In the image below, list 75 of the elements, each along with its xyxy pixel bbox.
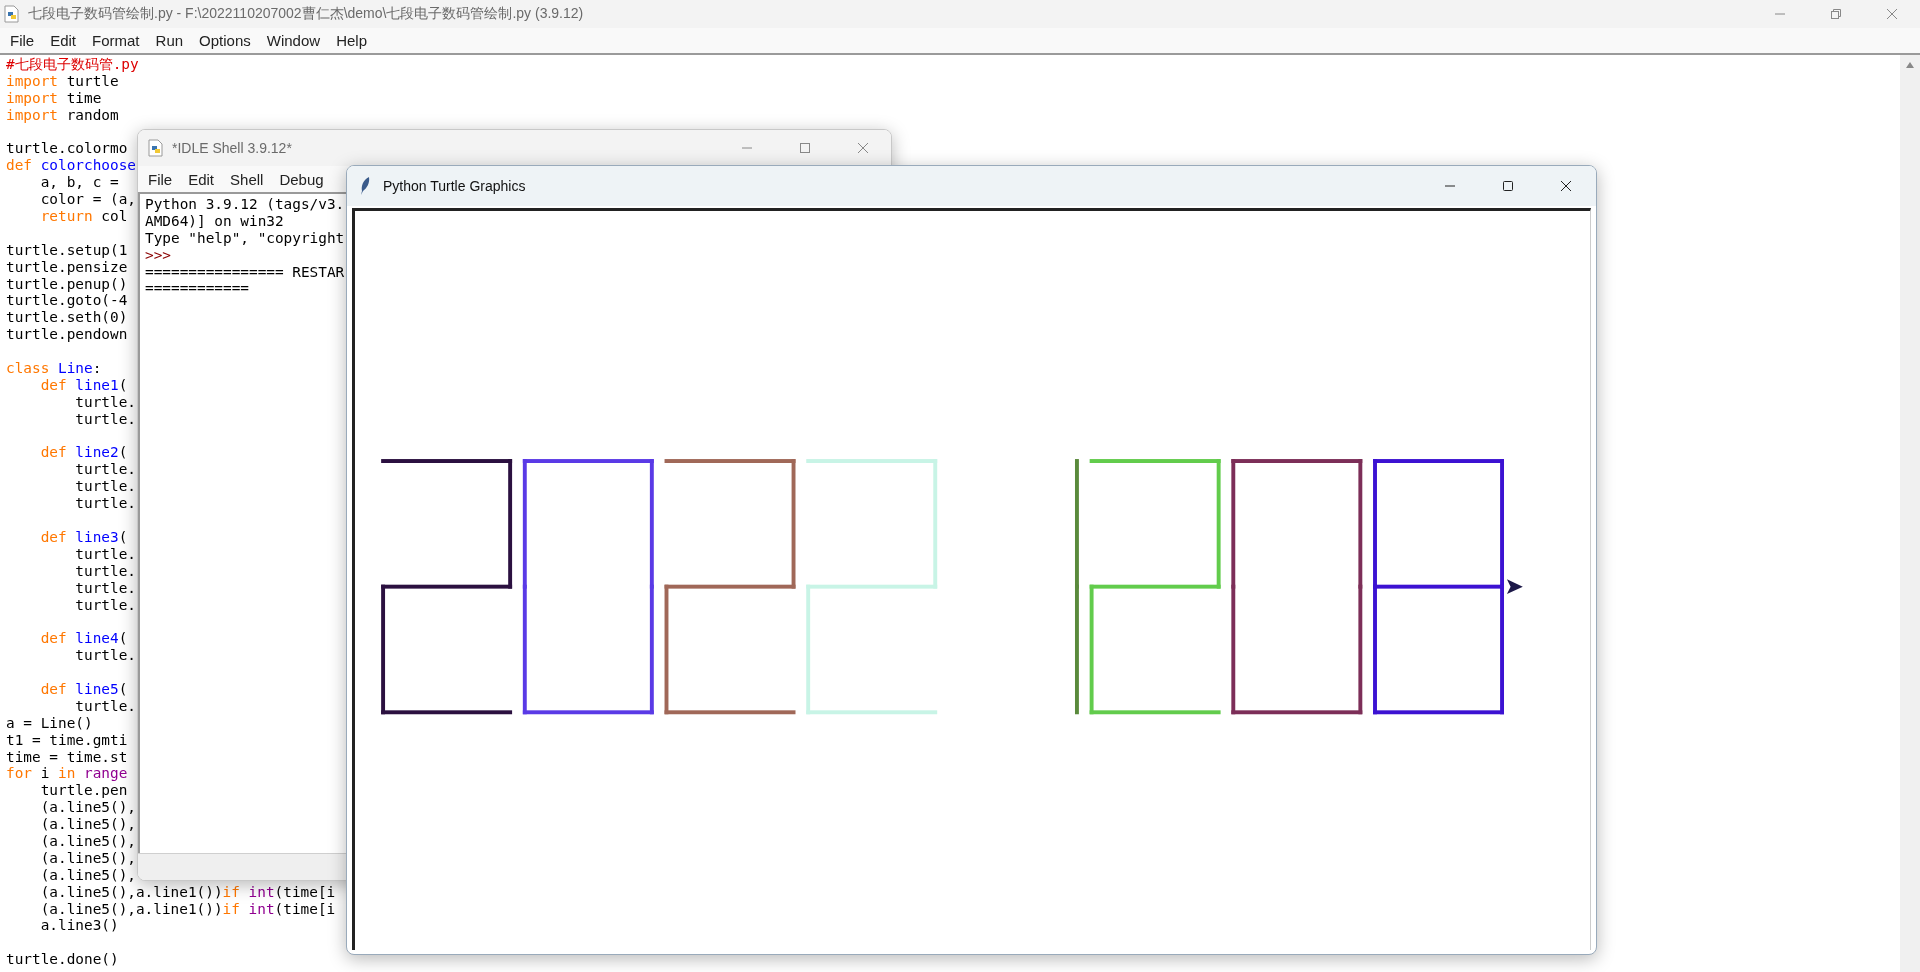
menu-item[interactable]: Edit [42,29,85,52]
code-line: turtle. [74,562,136,580]
code-line: time = time.st [6,748,128,766]
code-line: a = Line() [6,714,93,732]
code-line: return col [39,208,128,225]
menu-item[interactable]: Edit [180,168,223,190]
code-line: turtle.pensize [6,258,128,276]
code-line: def line5( [39,680,128,698]
code-line: def line4( [39,630,128,648]
python-file-icon [148,139,164,157]
menu-item[interactable]: Shell [222,168,272,190]
code-line: turtle. [74,596,136,614]
code-line: def colorchoose [6,157,136,175]
window-title: *IDLE Shell 3.9.12* [172,140,292,156]
code-line: (a.line5(), [39,866,136,884]
code-line: turtle.done() [6,951,119,969]
code-line: import turtle [6,72,119,90]
code-line: def line3( [39,528,128,546]
code-line: for i in range [6,765,128,783]
code-line: turtle. [74,478,136,496]
code-line: import time [6,89,102,107]
code-line: turtle.setup(1 [6,241,128,259]
code-line: turtle.seth(0) [6,309,128,327]
code-line: turtle. [74,461,136,479]
menu-item[interactable]: Format [84,29,148,52]
code-line: t1 = time.gmti [6,731,128,749]
code-line: color = (a, [39,191,136,208]
code-line: (a.line5(),a.line1())if int(time[i [39,883,336,901]
shell-line: Python 3.9.12 (tags/v3. [145,196,345,213]
scroll-up-icon[interactable] [1905,61,1915,69]
code-line: turtle. [74,579,136,597]
code-line: class Line: [6,360,102,377]
code-line: a.line3() [39,917,119,935]
menu-item[interactable]: Debug [271,168,332,190]
window-title: 七段电子数码管绘制.py - F:\2022110207002曹仁杰\demo\七段电子数码管绘制.py (3.9.12) [28,5,584,23]
shell-line: ================ RESTAR [145,263,345,281]
code-line: def line2( [39,444,128,462]
menu-item[interactable]: Window [258,29,329,52]
code-line: turtle. [74,545,136,563]
code-line: (a.line5(),a.line1())if int(time[i [39,900,336,918]
menu-item[interactable]: Run [147,29,192,52]
close-icon[interactable] [1560,180,1572,192]
code-line: (a.line5(), [39,816,136,833]
menu-item[interactable]: Options [191,29,259,52]
scrollbar[interactable] [1900,55,1920,972]
code-line: turtle. [74,495,136,513]
code-line: turtle.penup() [6,275,128,293]
menu-item[interactable]: File [2,29,43,52]
feather-icon [359,176,371,196]
code-line: turtle. [74,647,136,665]
code-line: import random [6,106,119,124]
shell-line: ============ [145,280,249,298]
maximize-icon[interactable] [1502,180,1514,192]
code-line: turtle. [74,697,136,715]
code-line: (a.line5(), [39,832,136,850]
code-line: (a.line5(), [39,849,136,867]
turtle-cursor-icon [1506,579,1523,595]
code-line: turtle.pen [39,782,128,800]
code-line: def line1( [39,376,128,394]
code-line: a, b, c = [39,174,119,192]
code-line: #七段电子数码管.py [6,56,139,73]
restore-icon[interactable] [1830,8,1842,20]
window-title: Python Turtle Graphics [383,178,526,194]
code-line: turtle.goto(-4 [6,292,128,310]
code-line: turtle.colormo [6,140,128,158]
menu-item[interactable]: Help [328,29,375,52]
code-line: turtle. [74,410,136,428]
code-line: (a.line5(), [39,799,136,817]
code-line: turtle.pendown [6,326,128,344]
shell-line: AMD64)] on win32 [145,212,284,230]
code-line: turtle. [74,393,136,411]
python-file-icon [4,5,20,23]
shell-line: >>> [145,246,171,264]
menu-item[interactable]: File [140,168,181,190]
shell-line: Type "help", "copyright [145,229,345,247]
